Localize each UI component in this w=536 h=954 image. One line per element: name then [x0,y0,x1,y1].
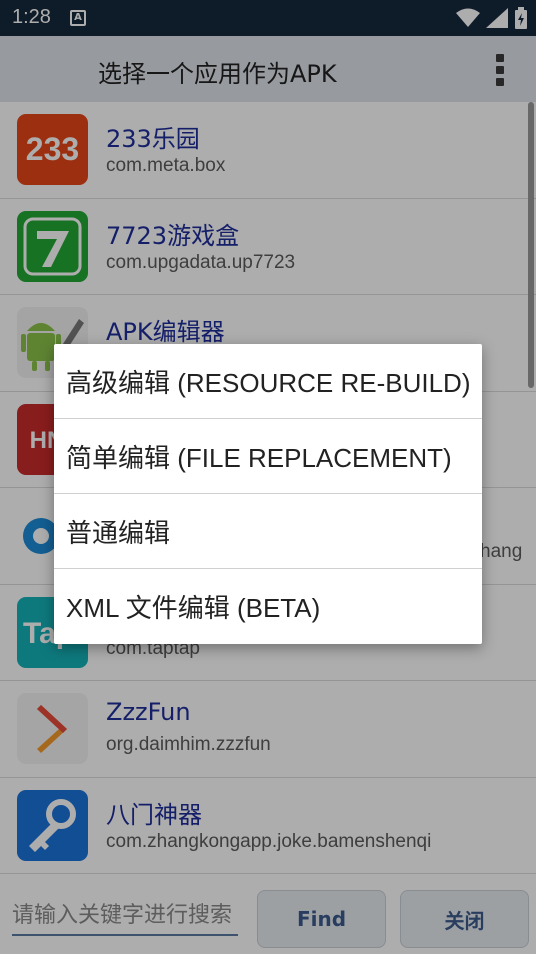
menu-item-simple-edit[interactable]: 简单编辑 (FILE REPLACEMENT) [54,419,482,494]
menu-item-xml-edit[interactable]: XML 文件编辑 (BETA) [54,569,482,644]
menu-item-label: XML 文件编辑 (BETA) [66,593,321,623]
menu-item-label: 简单编辑 (FILE REPLACEMENT) [66,442,452,473]
menu-item-normal-edit[interactable]: 普通编辑 [54,494,482,569]
menu-item-label: 普通编辑 [66,517,171,548]
menu-item-label: 高级编辑 (RESOURCE RE-BUILD) [66,367,471,398]
edit-mode-dialog: 高级编辑 (RESOURCE RE-BUILD) 简单编辑 (FILE REPL… [54,344,482,644]
menu-item-advanced-edit[interactable]: 高级编辑 (RESOURCE RE-BUILD) [54,344,482,419]
